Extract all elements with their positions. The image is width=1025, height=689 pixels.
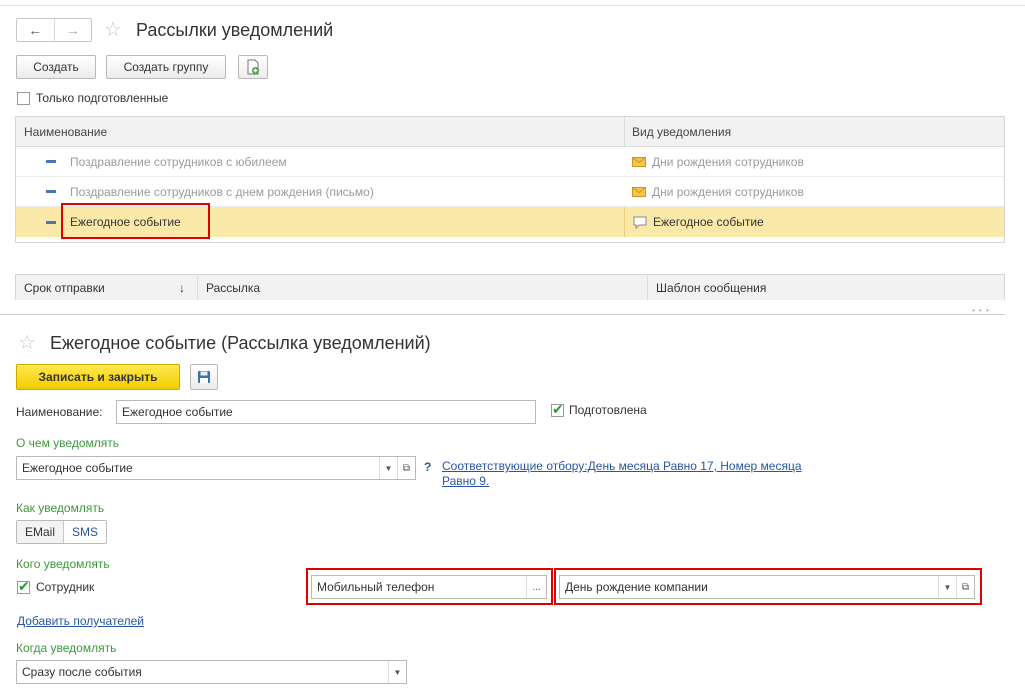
row-kind: Дни рождения сотрудников [652,154,804,169]
envelope-icon [632,156,646,167]
column-header-kind[interactable]: Вид уведомления [624,116,1004,147]
dropdown-arrow-icon[interactable]: ▼ [379,457,397,479]
sort-descending-icon: ↓ [179,280,185,295]
item-marker-icon [46,220,56,224]
back-arrow-icon: ← [28,22,43,38]
save-and-close-button[interactable]: Записать и закрыть [16,364,180,390]
filter-conditions-link[interactable]: Соответствующие отбору:День месяца Равно… [442,459,802,489]
row-name: Поздравление сотрудников с юбилеем [70,154,287,169]
row-kind: Дни рождения сотрудников [652,184,804,199]
whom-to-notify-label: Кого уведомлять [16,557,110,571]
employee-checkbox-group[interactable]: Сотрудник [17,578,95,595]
prepared-checkbox-group[interactable]: Подготовлена [551,401,647,418]
filter-link-line-1: Соответствующие отбору:День месяца Равно… [442,459,802,473]
column-header-send-time[interactable]: Срок отправки ↓ [16,275,198,300]
create-group-button[interactable]: Создать группу [106,55,226,79]
forward-arrow-icon: → [65,22,80,38]
what-to-notify-select[interactable]: Ежегодное событие ▼ ⧉ [16,456,416,480]
item-marker-icon [46,160,56,163]
prepared-only-checkbox[interactable] [17,91,30,105]
when-to-notify-select[interactable]: Сразу после события ▼ [16,660,407,684]
envelope-icon [632,186,646,197]
item-marker-icon [46,190,56,193]
add-item-button[interactable] [238,55,268,79]
prepared-label: Подготовлена [569,403,647,417]
phone-field-value: Мобильный телефон [317,580,435,594]
name-label: Наименование: [16,405,103,419]
back-button[interactable]: ← [17,19,54,41]
row-kind: Ежегодное событие [653,215,764,229]
document-add-icon [247,59,259,75]
help-icon[interactable]: ? [424,460,431,474]
prepared-only-label: Только подготовленные [36,91,169,105]
list-window-title: Рассылки уведомлений [136,20,334,40]
schedule-table-header: Срок отправки ↓ Рассылка Шаблон сообщени… [15,274,1005,300]
message-template-value: День рождение компании [565,580,708,594]
column-header-template[interactable]: Шаблон сообщения [648,281,1004,295]
name-input[interactable]: Ежегодное событие [116,400,536,424]
open-item-icon[interactable]: ⧉ [397,457,415,479]
message-template-select[interactable]: День рождение компании ▼ ⧉ [559,575,975,599]
what-to-notify-label: О чем уведомлять [16,436,120,450]
prepared-only-filter[interactable]: Только подготовленные [17,91,168,105]
favorite-star-icon[interactable]: ☆ [104,20,122,40]
column-header-name[interactable]: Наименование [16,125,624,139]
speech-bubble-icon [633,216,647,229]
window-top-border [0,5,1025,6]
save-button[interactable] [190,364,218,390]
option-sms[interactable]: SMS [63,521,107,543]
table-header: Наименование Вид уведомления [16,116,1004,147]
when-to-notify-label: Когда уведомлять [16,641,117,655]
dropdown-arrow-icon[interactable]: ▼ [938,576,956,598]
dropdown-arrow-icon[interactable]: ▼ [388,661,406,683]
splitter-grip-icon[interactable]: • • • [972,306,990,315]
filter-link-line-2: Равно 9. [442,474,490,488]
window-splitter[interactable] [0,314,1005,316]
forward-button[interactable]: → [53,19,92,41]
row-name: Поздравление сотрудников с днем рождения… [70,184,374,199]
employee-label: Сотрудник [36,580,95,594]
floppy-disk-icon [198,371,210,383]
select-ellipsis-button[interactable]: ... [526,576,546,598]
table-row[interactable]: Поздравление сотрудников с юбилеем Дни р… [16,147,1004,177]
what-to-notify-value: Ежегодное событие [22,461,133,475]
open-item-icon[interactable]: ⧉ [956,576,974,598]
phone-field[interactable]: Мобильный телефон ... [311,575,547,599]
form-title: Ежегодное событие (Рассылка уведомлений) [50,333,431,353]
column-header-mailing[interactable]: Рассылка [198,275,648,300]
form-favorite-star-icon[interactable]: ☆ [18,333,36,353]
how-to-notify-label: Как уведомлять [16,501,105,515]
create-button[interactable]: Создать [16,55,96,79]
add-recipients-link[interactable]: Добавить получателей [17,614,144,628]
column-label-send-time: Срок отправки [24,280,105,295]
when-to-notify-value: Сразу после события [22,665,142,679]
prepared-checkbox[interactable] [551,401,564,418]
highlight-frame-selected-row [61,203,210,239]
option-email[interactable]: EMail [17,521,64,543]
how-to-notify-switch: EMail SMS [16,520,108,544]
nav-buttons: ← → [16,18,92,42]
employee-checkbox[interactable] [17,578,30,595]
